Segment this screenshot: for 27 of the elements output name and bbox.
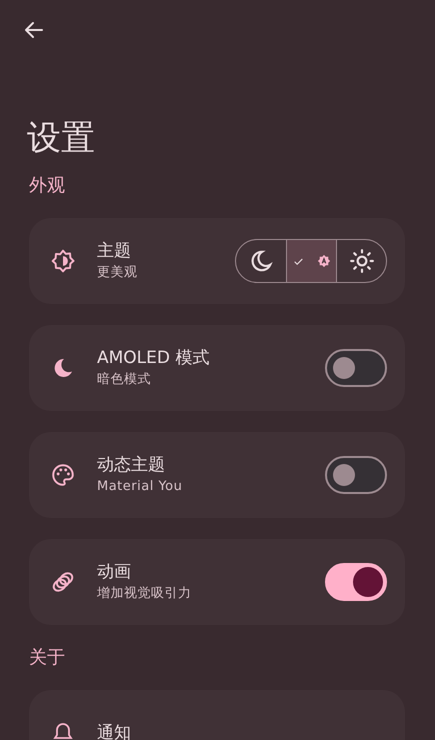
theme-selector[interactable] xyxy=(235,239,387,283)
toggle-switch[interactable] xyxy=(325,349,387,387)
setting-subtitle: 增加视觉吸引力 xyxy=(97,585,192,603)
sun-icon xyxy=(348,248,374,274)
toggle-switch[interactable] xyxy=(325,563,387,601)
brightness-icon xyxy=(50,248,76,274)
settings-card[interactable]: 通知 xyxy=(29,690,405,740)
settings-card[interactable]: 动画 增加视觉吸引力 xyxy=(29,539,405,625)
setting-title: 动画 xyxy=(97,561,132,584)
theme-segment[interactable] xyxy=(286,240,336,282)
setting-subtitle: 暗色模式 xyxy=(97,371,152,389)
settings-card[interactable]: 动态主题 Material You xyxy=(29,432,405,518)
toggle-switch[interactable] xyxy=(325,456,387,494)
setting-title: 动态主题 xyxy=(97,454,166,477)
setting-subtitle: 更美观 xyxy=(97,264,138,282)
bell-icon xyxy=(51,721,75,740)
section-title: 关于 xyxy=(29,646,66,670)
setting-subtitle: Material You xyxy=(97,478,184,496)
palette-icon xyxy=(50,462,76,488)
auto-brightness-icon xyxy=(317,254,331,268)
setting-title: 通知 xyxy=(97,722,132,740)
settings-card[interactable]: 主题 更美观 xyxy=(29,218,405,304)
page-title: 设置 xyxy=(27,118,96,158)
section-title: 外观 xyxy=(29,174,66,198)
setting-title: 主题 xyxy=(97,240,132,263)
setting-title: AMOLED 模式 xyxy=(97,347,210,370)
settings-card[interactable]: AMOLED 模式 暗色模式 xyxy=(29,325,405,411)
